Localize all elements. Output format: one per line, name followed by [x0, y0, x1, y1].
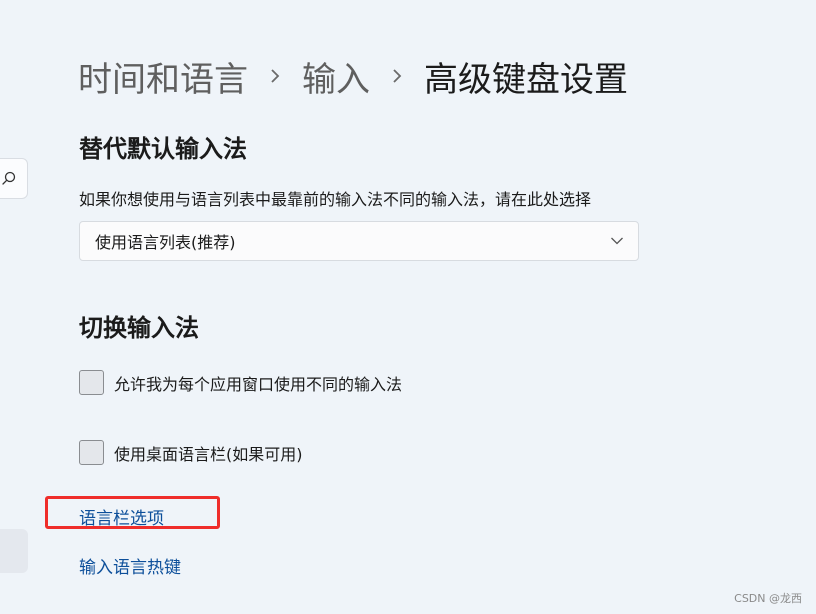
- input-language-hotkeys-link[interactable]: 输入语言热键: [79, 553, 181, 578]
- language-bar-options-link[interactable]: 语言栏选项: [79, 504, 164, 529]
- watermark: CSDN @龙西: [734, 592, 802, 605]
- chevron-down-icon: [611, 237, 623, 245]
- override-section-title: 替代默认输入法: [79, 135, 247, 163]
- switch-section-title: 切换输入法: [79, 314, 199, 342]
- sidebar-selected-item[interactable]: [0, 529, 28, 573]
- dropdown-selected-value: 使用语言列表(推荐): [95, 233, 236, 252]
- search-icon: [2, 171, 16, 185]
- breadcrumb: 时间和语言 输入 高级键盘设置: [78, 52, 628, 100]
- input-method-dropdown[interactable]: 使用语言列表(推荐): [79, 221, 639, 261]
- override-description: 如果你想使用与语言列表中最靠前的输入法不同的输入法，请在此处选择: [79, 190, 592, 209]
- per-app-input-checkbox[interactable]: [79, 370, 104, 395]
- desktop-language-bar-checkbox[interactable]: [79, 440, 104, 465]
- chevron-right-icon: [370, 68, 424, 84]
- page-title: 高级键盘设置: [424, 59, 628, 100]
- desktop-language-bar-label: 使用桌面语言栏(如果可用): [114, 444, 303, 464]
- breadcrumb-time-language[interactable]: 时间和语言: [78, 52, 248, 101]
- per-app-input-label: 允许我为每个应用窗口使用不同的输入法: [114, 374, 403, 394]
- breadcrumb-input[interactable]: 输入: [302, 52, 370, 101]
- chevron-right-icon: [248, 68, 302, 84]
- sidebar-search-box[interactable]: [0, 158, 28, 199]
- settings-page: 时间和语言 输入 高级键盘设置 替代默认输入法 如果你想使用与语言列表中最靠前的…: [0, 0, 816, 614]
- desktop-language-bar-checkbox-row[interactable]: 使用桌面语言栏(如果可用): [79, 440, 303, 465]
- per-app-input-checkbox-row[interactable]: 允许我为每个应用窗口使用不同的输入法: [79, 370, 402, 395]
